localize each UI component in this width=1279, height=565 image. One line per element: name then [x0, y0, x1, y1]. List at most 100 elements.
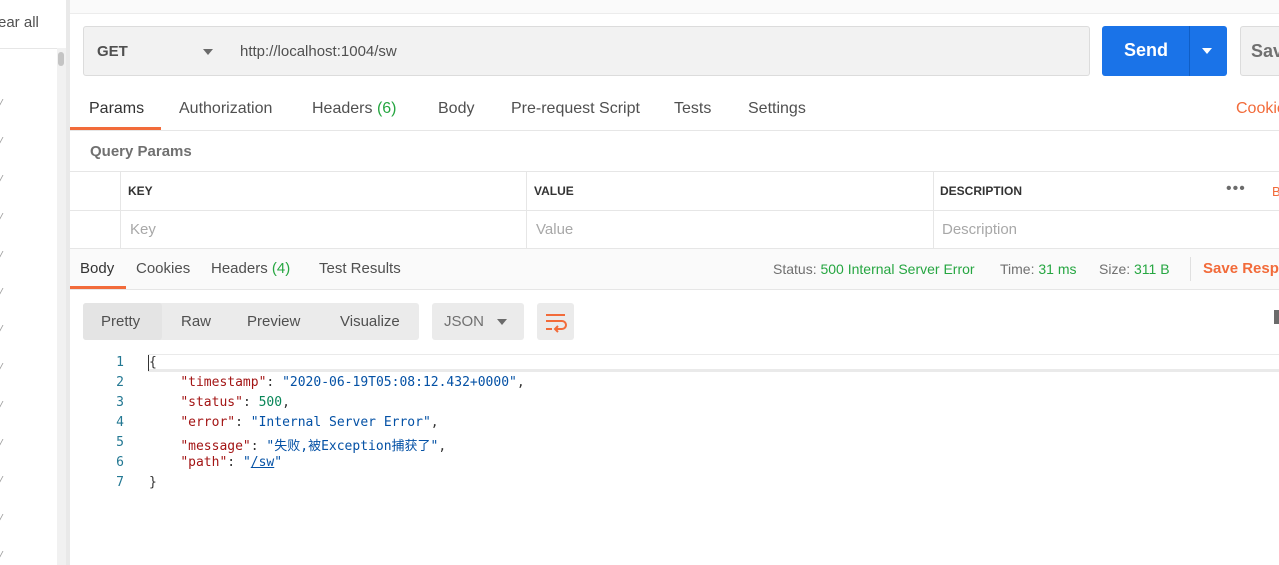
bulk-edit-link[interactable]: B [1272, 184, 1279, 199]
line-number: 7 [116, 475, 124, 490]
chevron-down-icon [497, 319, 507, 325]
response-tab-headers[interactable]: Headers (4) [211, 260, 290, 277]
code-line: } [149, 475, 157, 490]
json-string: "失败,被Exception捕获了" [266, 439, 439, 454]
format-label: JSON [444, 313, 485, 330]
response-tab-body[interactable]: Body [80, 260, 114, 277]
size-label: Size: [1099, 261, 1131, 277]
code-line: "status": 500, [180, 395, 290, 410]
json-quote: " [242, 455, 251, 470]
history-item-marker[interactable]: / [0, 212, 4, 224]
time-value: 31 ms [1038, 261, 1077, 277]
column-header-key: KEY [128, 184, 153, 198]
save-button[interactable]: Sav [1240, 26, 1279, 76]
tab-body[interactable]: Body [438, 100, 474, 118]
active-tab-indicator [70, 127, 161, 130]
tab-headers-label: Headers [312, 100, 373, 117]
history-item-marker[interactable]: / [0, 400, 4, 412]
history-item-marker[interactable]: / [0, 287, 4, 299]
mode-preview[interactable]: Preview [247, 313, 300, 330]
history-item-marker[interactable]: / [0, 550, 4, 562]
tab-tests[interactable]: Tests [674, 100, 711, 118]
json-quote: " [274, 455, 283, 470]
code-line: { [149, 355, 157, 370]
json-key: "path" [180, 455, 228, 470]
line-number: 2 [116, 375, 124, 390]
format-select[interactable]: JSON [432, 303, 524, 340]
search-icon-partial[interactable] [1274, 310, 1279, 324]
tab-strip [70, 0, 1279, 14]
history-item-marker[interactable]: / [0, 362, 4, 374]
size-value: 311 B [1134, 261, 1170, 277]
send-button[interactable]: Send [1102, 26, 1227, 76]
method-select[interactable]: GET [83, 26, 228, 76]
history-item-marker[interactable]: / [0, 136, 4, 148]
tab-settings[interactable]: Settings [748, 100, 806, 118]
cookies-link[interactable]: Cookie [1236, 100, 1279, 118]
save-response-button[interactable]: Save Respo [1203, 260, 1279, 277]
response-tab-test-results[interactable]: Test Results [319, 260, 401, 277]
sidebar-scrollbar[interactable] [57, 48, 66, 565]
status-readout[interactable]: Status: 500 Internal Server Error [773, 261, 975, 277]
line-number: 3 [116, 395, 124, 410]
status-label: Status: [773, 261, 817, 277]
value-input[interactable]: Value [536, 221, 573, 238]
history-item-marker[interactable]: / [0, 438, 4, 450]
column-divider[interactable] [933, 172, 934, 249]
time-readout[interactable]: Time: 31 ms [1000, 261, 1077, 277]
send-options-chevron-icon[interactable] [1202, 48, 1212, 54]
code-line: "error": "Internal Server Error", [180, 415, 439, 430]
clear-all-link[interactable]: ear all [0, 14, 39, 31]
method-label: GET [97, 43, 128, 60]
line-number: 6 [116, 455, 124, 470]
line-number: 4 [116, 415, 124, 430]
mode-visualize[interactable]: Visualize [340, 313, 400, 330]
mode-raw[interactable]: Raw [181, 313, 211, 330]
history-item-marker[interactable]: / [0, 98, 4, 110]
size-readout[interactable]: Size: 311 B [1099, 261, 1170, 277]
history-item-marker[interactable]: / [0, 475, 4, 487]
chevron-down-icon [203, 49, 213, 55]
query-params-table: KEY VALUE DESCRIPTION ••• B Key Value De… [70, 171, 1279, 249]
mode-pretty[interactable]: Pretty [101, 313, 140, 330]
column-divider [120, 172, 121, 249]
description-input[interactable]: Description [942, 221, 1017, 238]
wrap-lines-button[interactable] [537, 303, 574, 340]
column-header-description: DESCRIPTION [940, 184, 1023, 198]
active-line-highlight [148, 354, 1279, 372]
tab-params[interactable]: Params [89, 100, 144, 118]
scrollbar-thumb[interactable] [58, 52, 64, 66]
key-input[interactable]: Key [130, 221, 156, 238]
response-headers-count: (4) [271, 260, 291, 277]
tab-authorization[interactable]: Authorization [179, 100, 272, 118]
json-key: "message" [180, 439, 251, 454]
active-response-tab-indicator [70, 286, 126, 289]
url-value: http://localhost:1004/sw [240, 43, 397, 60]
tab-headers[interactable]: Headers (6) [312, 100, 397, 118]
history-item-marker[interactable]: / [0, 174, 4, 186]
code-line: "timestamp": "2020-06-19T05:08:12.432+00… [180, 375, 525, 390]
json-path-link[interactable]: /sw [251, 455, 274, 470]
json-string: "2020-06-19T05:08:12.432+0000" [282, 375, 517, 390]
wrap-lines-icon [546, 314, 567, 333]
response-meta-divider [1190, 257, 1191, 281]
tab-prerequest-script[interactable]: Pre-request Script [511, 100, 640, 118]
line-number: 1 [116, 355, 124, 370]
history-item-marker[interactable]: / [0, 250, 4, 262]
column-divider[interactable] [526, 172, 527, 249]
response-tab-cookies[interactable]: Cookies [136, 260, 190, 277]
history-item-marker[interactable]: / [0, 513, 4, 525]
response-body-editor[interactable]: 1 2 3 4 5 6 7 { "timestamp": "2020-06-19… [70, 354, 1279, 565]
request-tabs: Params Authorization Headers (6) Body Pr… [70, 90, 1279, 131]
json-key: "status" [180, 395, 243, 410]
history-item-marker[interactable]: / [0, 324, 4, 336]
json-key: "timestamp" [180, 375, 267, 390]
headers-count-badge: (6) [376, 100, 397, 117]
response-tabs: Body Cookies Headers (4) Test Results St… [70, 249, 1279, 290]
more-options-icon[interactable]: ••• [1226, 180, 1246, 198]
url-input[interactable]: http://localhost:1004/sw [227, 26, 1090, 76]
table-row-divider [70, 210, 1279, 211]
query-params-title: Query Params [90, 143, 192, 160]
json-number: 500 [258, 395, 283, 410]
column-header-value: VALUE [534, 184, 574, 198]
